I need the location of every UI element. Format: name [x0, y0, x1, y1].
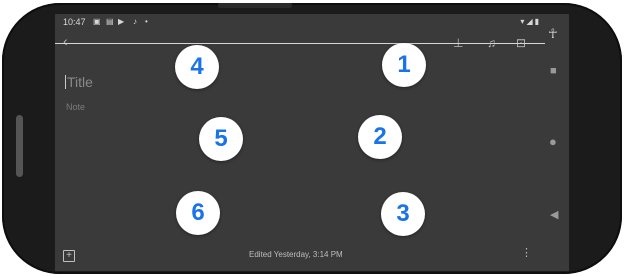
youtube-icon: ▶: [118, 17, 125, 26]
music-icon: ♪: [133, 17, 137, 26]
navigation-bar: ☥ ■ ● ◀: [545, 14, 569, 271]
status-time: 10:47: [63, 17, 86, 27]
note-placeholder: Note: [66, 102, 86, 112]
overlay-number-4: 4: [175, 45, 219, 89]
edited-timestamp: Edited Yesterday, 3:14 PM: [249, 250, 343, 259]
notification-icon: ▤: [106, 17, 114, 26]
back-arrow-icon[interactable]: ‹: [63, 34, 68, 48]
title-placeholder: Title: [67, 74, 93, 90]
toolbar-divider: [55, 43, 569, 44]
power-button: [218, 3, 292, 8]
text-cursor: [65, 75, 66, 89]
title-input[interactable]: Title: [65, 74, 93, 90]
note-editor-screen: 10:47 ▣ ▤ ▶ ♪ • ▾◢▮ ‹ ⊥ ♫ ⊡ Title Note 1…: [55, 14, 569, 271]
status-bar: 10:47 ▣ ▤ ▶ ♪ • ▾◢▮: [55, 14, 545, 31]
dot-icon: •: [145, 17, 148, 26]
overlay-number-6: 6: [176, 191, 220, 235]
more-vert-icon[interactable]: ⋮: [521, 246, 532, 259]
volume-button: [16, 115, 23, 177]
accessibility-icon[interactable]: ☥: [548, 26, 558, 42]
back-triangle-icon[interactable]: ◀: [550, 208, 558, 221]
home-circle-icon[interactable]: ●: [549, 134, 557, 149]
battery-icon: ▮: [534, 17, 541, 26]
recents-square-icon[interactable]: ■: [550, 65, 557, 77]
overlay-number-5: 5: [199, 117, 243, 161]
signal-icon: ◢: [526, 17, 535, 26]
add-box-icon[interactable]: +: [63, 250, 75, 262]
status-right-icons: ▾◢▮: [520, 17, 541, 26]
notification-icon: ▣: [93, 17, 101, 26]
overlay-number-3: 3: [381, 192, 425, 236]
phone-frame: 10:47 ▣ ▤ ▶ ♪ • ▾◢▮ ‹ ⊥ ♫ ⊡ Title Note 1…: [2, 3, 622, 274]
note-input[interactable]: Note: [66, 102, 85, 112]
overlay-number-1: 1: [382, 43, 426, 87]
overlay-number-2: 2: [358, 115, 402, 159]
